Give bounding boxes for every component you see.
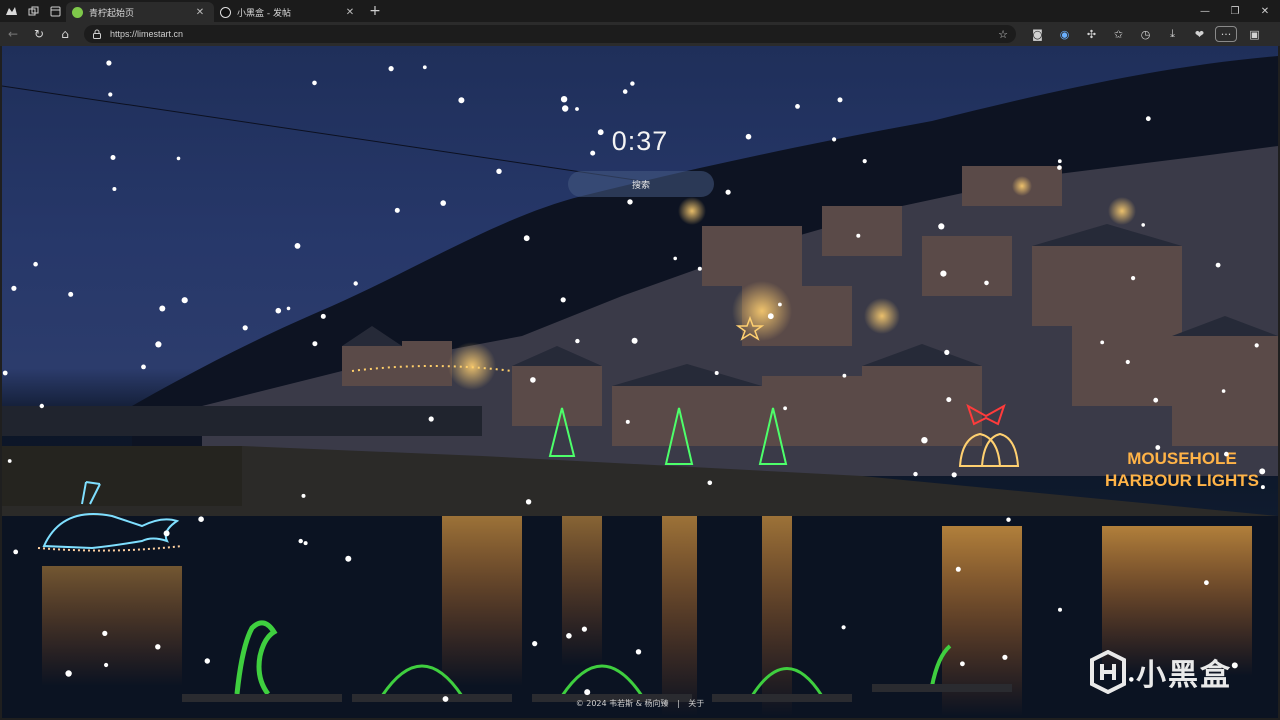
- close-tab-icon[interactable]: ✕: [344, 7, 356, 18]
- sidebar-toggle-icon[interactable]: ▣: [1241, 22, 1268, 46]
- home-icon[interactable]: ⌂: [52, 22, 78, 46]
- browser-toolbar: ← ↻ ⌂ https://limestart.cn ☆ ◙ ◉ ✣ ✩ ◷ ⤓…: [0, 22, 1280, 46]
- restore-icon[interactable]: ❐: [1220, 0, 1250, 22]
- copyright-text: © 2024 韦若斯 & 杨向臻: [575, 699, 669, 708]
- extensions-icon[interactable]: ✣: [1078, 22, 1105, 46]
- close-window-icon[interactable]: ✕: [1250, 0, 1280, 22]
- sign-harbour-lights: HARBOUR LIGHTS: [1105, 471, 1259, 490]
- history-icon[interactable]: ◷: [1132, 22, 1159, 46]
- tab-actions-icon[interactable]: [44, 0, 66, 22]
- close-tab-icon[interactable]: ✕: [194, 7, 206, 18]
- watermark-text: 小黑盒: [1136, 658, 1232, 693]
- favorites-icon[interactable]: ✩: [1105, 22, 1132, 46]
- lock-icon: [93, 29, 101, 39]
- xiaoheihe-logo-icon: [1090, 650, 1126, 694]
- tab-strip: 青柠起始页 ✕ 小黑盒 - 发帖 ✕ + — ❐ ✕: [0, 0, 1280, 22]
- url-text: https://limestart.cn: [110, 29, 184, 39]
- tab-title: 小黑盒 - 发帖: [237, 8, 291, 19]
- limestart-favicon-icon: [72, 6, 83, 18]
- extension-bot-icon[interactable]: ◉: [1051, 22, 1078, 46]
- search-button[interactable]: 搜索: [568, 171, 714, 197]
- xiaoheihe-favicon-icon: [220, 6, 231, 18]
- favorite-star-icon[interactable]: ☆: [998, 28, 1008, 41]
- profile-icon[interactable]: [0, 0, 22, 22]
- workspaces-icon[interactable]: [22, 0, 44, 22]
- page-footer: © 2024 韦若斯 & 杨向臻 | 关于: [2, 698, 1278, 709]
- sign-mousehole: MOUSEHOLE: [1127, 449, 1237, 468]
- clock-display: 0:37: [611, 126, 669, 156]
- tab-limestart[interactable]: 青柠起始页 ✕: [66, 2, 214, 22]
- tab-title: 青柠起始页: [89, 8, 135, 19]
- back-icon[interactable]: ←: [0, 22, 26, 46]
- browser-essentials-icon[interactable]: ❤: [1186, 22, 1213, 46]
- tab-xiaoheihe[interactable]: 小黑盒 - 发帖 ✕: [214, 2, 364, 22]
- address-bar[interactable]: https://limestart.cn ☆: [84, 25, 1016, 43]
- page-viewport: MOUSEHOLE HARBOUR LIGHTS 0:37 搜索 © 2024 …: [2, 46, 1278, 718]
- refresh-icon[interactable]: ↻: [26, 22, 52, 46]
- more-menu-icon[interactable]: ···: [1215, 26, 1237, 42]
- new-tab-button[interactable]: +: [364, 3, 386, 19]
- downloads-icon[interactable]: ⤓: [1159, 22, 1186, 46]
- footer-separator: |: [677, 699, 680, 708]
- minimize-icon[interactable]: —: [1190, 0, 1220, 22]
- about-link[interactable]: 关于: [688, 699, 704, 708]
- xiaoheihe-watermark: 小黑盒: [1088, 650, 1232, 694]
- extension-mask-icon[interactable]: ◙: [1024, 22, 1051, 46]
